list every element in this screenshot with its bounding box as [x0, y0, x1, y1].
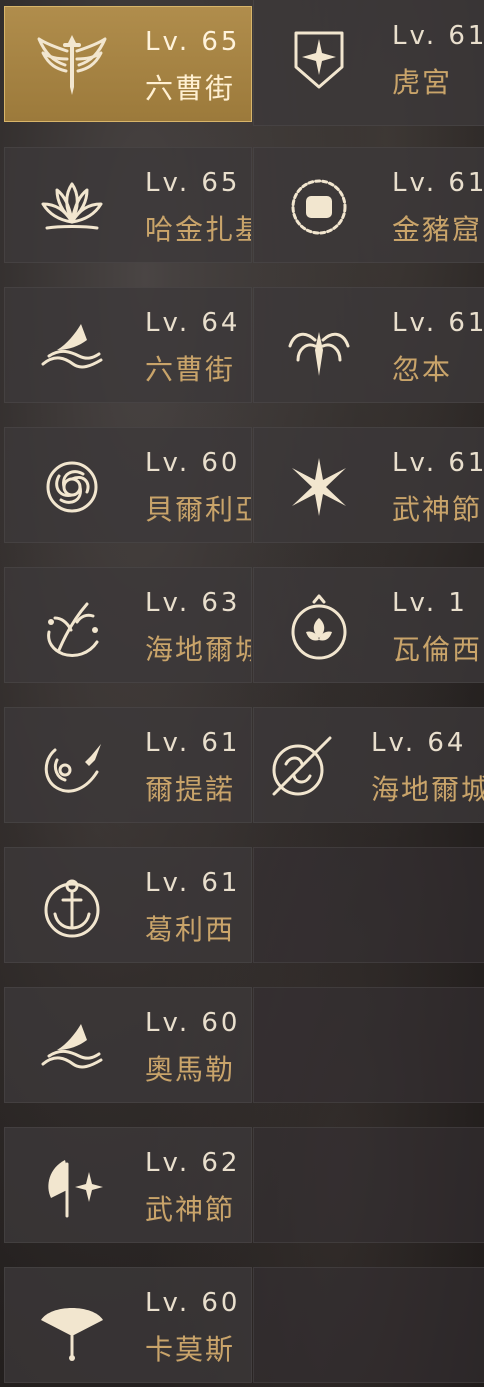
character-server: 六曹街: [145, 353, 236, 386]
character-level: Lv. 60: [145, 448, 241, 478]
character-server: 海地爾城: [145, 633, 251, 666]
character-slot[interactable]: Lv. 61 忽本: [253, 287, 484, 403]
anchor-circle-icon: [35, 870, 109, 944]
empty-character-slot[interactable]: [253, 1127, 484, 1243]
character-slot[interactable]: Lv. 1 瓦倫西: [253, 567, 484, 683]
character-level: Lv. 61: [392, 168, 484, 198]
character-level: Lv. 1: [392, 588, 468, 618]
axe-star-icon: [35, 1150, 109, 1224]
character-server: 瓦倫西: [392, 633, 483, 666]
shield-star-icon: [282, 21, 356, 95]
rose-icon: [35, 450, 109, 524]
character-server: 虎宮: [392, 66, 453, 99]
character-slot[interactable]: Lv. 60 卡莫斯: [4, 1267, 252, 1383]
star-lightning-icon: [282, 450, 356, 524]
fist-circle-icon: [282, 170, 356, 244]
character-server: 武神節: [145, 1193, 236, 1226]
spear-swirl-icon: [264, 730, 338, 804]
character-server: 金豬窟: [392, 213, 483, 246]
character-level: Lv. 61: [145, 868, 241, 898]
character-slot[interactable]: Lv. 61 爾提諾: [4, 707, 252, 823]
character-slot[interactable]: Lv. 61 金豬窟: [253, 147, 484, 263]
character-slot[interactable]: Lv. 65 哈金扎基: [4, 147, 252, 263]
character-server: 哈金扎基: [145, 213, 251, 246]
character-level: Lv. 65: [145, 27, 241, 57]
character-server: 卡莫斯: [145, 1333, 236, 1366]
horn-dagger-icon: [35, 730, 109, 804]
character-server: 忽本: [392, 353, 453, 386]
character-server: 武神節: [392, 493, 483, 526]
spider-dagger-icon: [282, 310, 356, 384]
character-slot[interactable]: Lv. 61 武神節: [253, 427, 484, 543]
character-level: Lv. 64: [371, 728, 467, 758]
empty-character-slot[interactable]: [253, 847, 484, 963]
character-server: 葛利西: [145, 913, 236, 946]
wreath-branch-icon: [35, 590, 109, 664]
character-slot[interactable]: Lv. 61 葛利西: [4, 847, 252, 963]
character-server: 貝爾利亞: [145, 493, 251, 526]
empty-character-slot[interactable]: [253, 1267, 484, 1383]
character-server: 爾提諾: [145, 773, 236, 806]
wave-hat-icon: [35, 310, 109, 384]
character-slot[interactable]: Lv. 61 虎宮: [253, 0, 484, 126]
lotus-icon: [35, 170, 109, 244]
character-slot[interactable]: Lv. 65 六曹街: [4, 6, 252, 122]
character-server: 六曹街: [145, 72, 236, 105]
character-level: Lv. 62: [145, 1148, 241, 1178]
character-slot[interactable]: Lv. 63 海地爾城: [4, 567, 252, 683]
character-slot[interactable]: Lv. 64 海地爾城: [253, 707, 484, 823]
character-slot[interactable]: Lv. 60 貝爾利亞: [4, 427, 252, 543]
character-level: Lv. 61: [392, 308, 484, 338]
character-slot[interactable]: Lv. 60 奧馬勒: [4, 987, 252, 1103]
character-level: Lv. 64: [145, 308, 241, 338]
character-level: Lv. 61: [145, 728, 241, 758]
character-level: Lv. 61: [392, 21, 484, 51]
empty-character-slot[interactable]: [253, 987, 484, 1103]
character-level: Lv. 65: [145, 168, 241, 198]
fan-icon: [35, 1290, 109, 1364]
character-slot[interactable]: Lv. 64 六曹街: [4, 287, 252, 403]
wave-hat-icon: [35, 1010, 109, 1084]
character-server: 奧馬勒: [145, 1053, 236, 1086]
character-level: Lv. 63: [145, 588, 241, 618]
flower-orb-icon: [282, 590, 356, 664]
character-server: 海地爾城: [371, 773, 484, 806]
sword-wings-icon: [35, 29, 109, 103]
character-slot[interactable]: Lv. 62 武神節: [4, 1127, 252, 1243]
character-level: Lv. 61: [392, 448, 484, 478]
character-level: Lv. 60: [145, 1288, 241, 1318]
character-level: Lv. 60: [145, 1008, 241, 1038]
